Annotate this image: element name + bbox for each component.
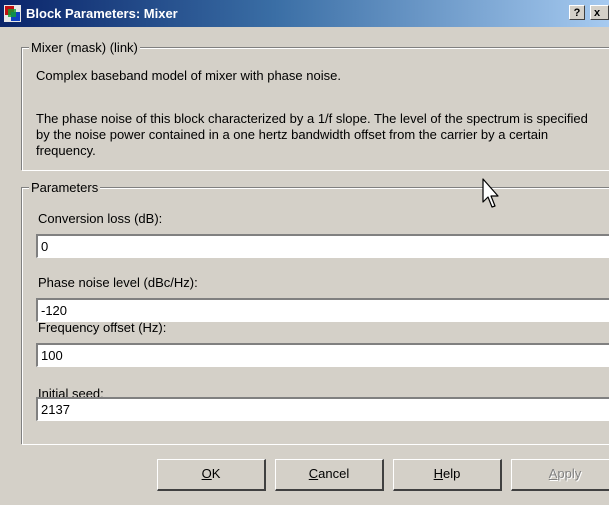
help-title-button[interactable]: ? <box>569 5 585 20</box>
mask-summary-text: Complex baseband model of mixer with pha… <box>36 68 341 83</box>
frequency-offset-label: Frequency offset (Hz): <box>38 320 167 335</box>
apply-button-label: pply <box>557 466 582 481</box>
close-title-button[interactable]: x <box>590 5 609 20</box>
simulink-block-icon <box>4 5 21 22</box>
mask-description-text: The phase noise of this block characteri… <box>36 111 588 158</box>
ok-button[interactable]: OK <box>157 459 266 491</box>
help-button[interactable]: Help <box>393 459 502 491</box>
conversion-loss-input[interactable] <box>36 234 609 258</box>
window-title: Block Parameters: Mixer <box>26 6 178 21</box>
apply-button[interactable]: Apply <box>511 459 609 491</box>
conversion-loss-label: Conversion loss (dB): <box>38 211 163 226</box>
phase-noise-level-label: Phase noise level (dBc/Hz): <box>38 275 198 290</box>
mask-group-legend: Mixer (mask) (link) <box>29 40 140 55</box>
cancel-button-mnemonic: C <box>308 466 319 481</box>
phase-noise-level-input[interactable] <box>36 298 609 322</box>
cancel-button-label: ancel <box>318 466 350 481</box>
frequency-offset-input[interactable] <box>36 343 609 367</box>
ok-button-mnemonic: O <box>201 466 212 481</box>
help-button-mnemonic: H <box>433 466 444 481</box>
help-button-label: elp <box>443 466 461 481</box>
mouse-pointer-icon <box>482 178 499 208</box>
title-bar[interactable]: Block Parameters: Mixer ? x <box>0 0 609 27</box>
parameters-group-legend: Parameters <box>29 180 101 195</box>
ok-button-label: K <box>211 466 221 481</box>
initial-seed-input[interactable] <box>36 397 609 421</box>
cancel-button[interactable]: Cancel <box>275 459 384 491</box>
